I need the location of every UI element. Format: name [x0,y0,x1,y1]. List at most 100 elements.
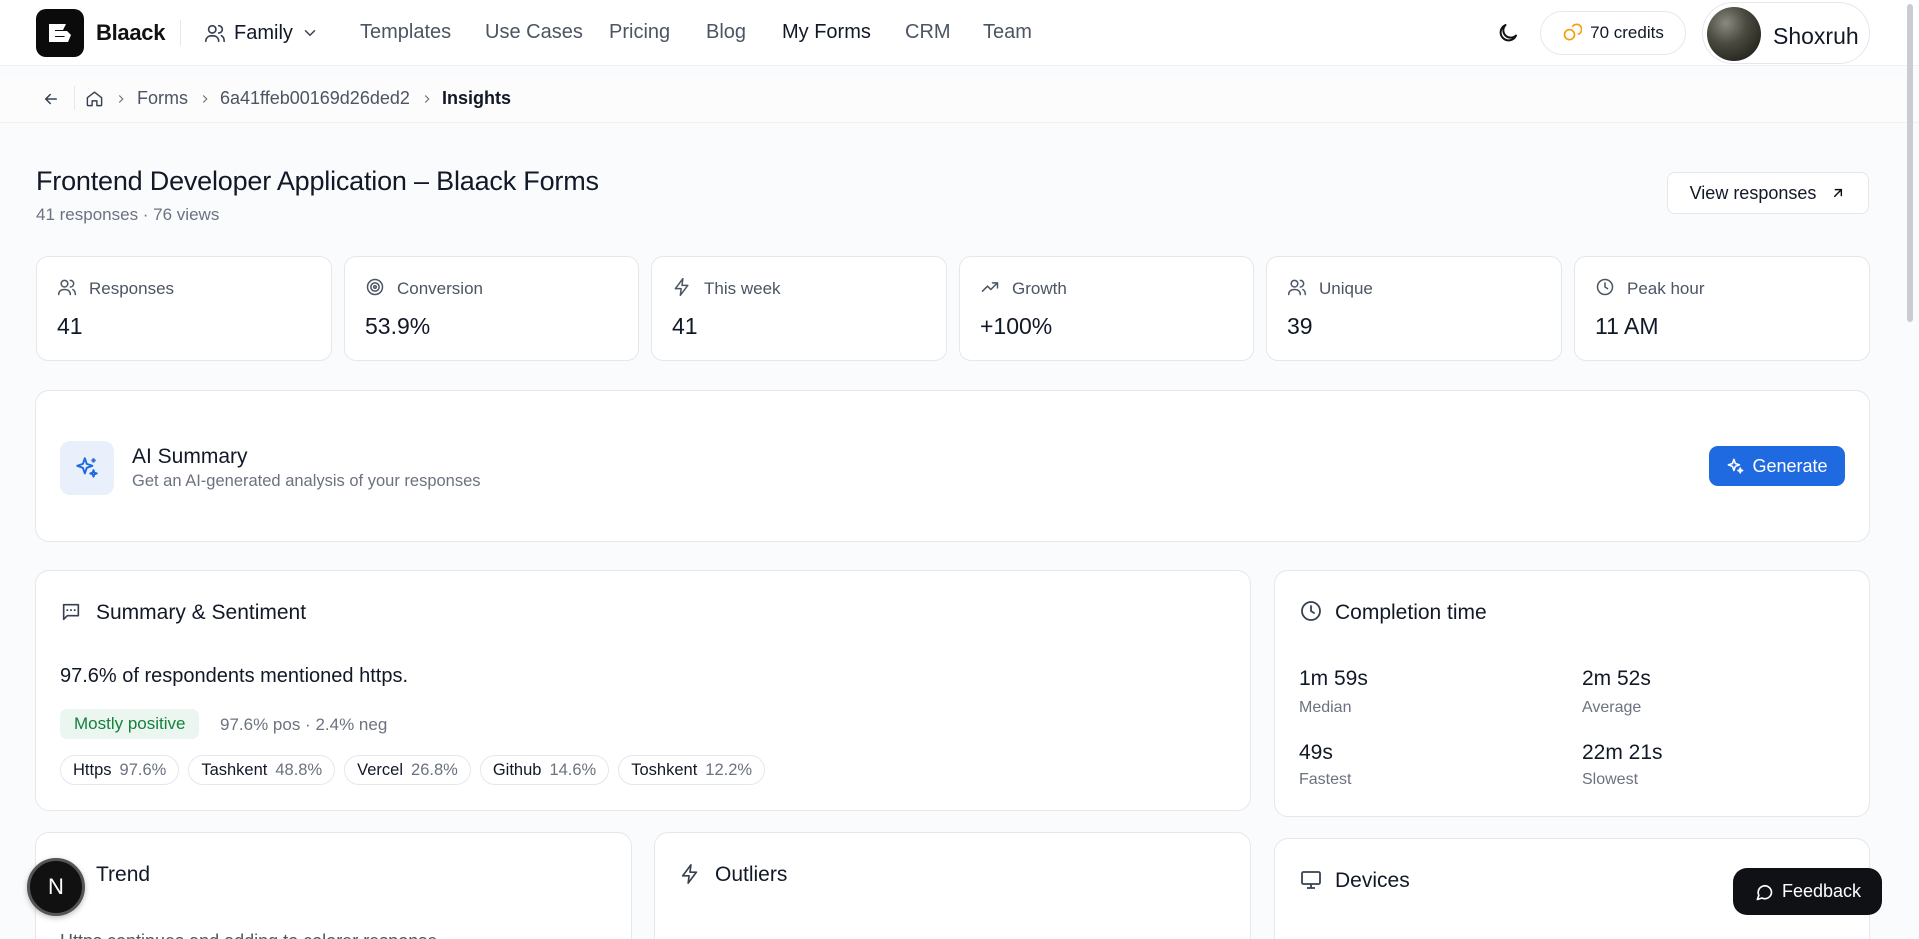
summary-headline: 97.6% of respondents mentioned https. [60,665,409,687]
stat-label: This week [704,279,781,298]
stat-value: 11 AM [1595,313,1659,339]
nav-blog[interactable]: Blog [706,21,746,44]
stat-label: Growth [1012,279,1067,298]
nav-use-cases[interactable]: Use Cases [485,21,583,44]
brand-name[interactable]: Blaack [96,20,165,46]
keyword-pct: 48.8% [275,760,323,779]
stat-card-growth: Growth +100% [959,256,1254,361]
view-responses-button[interactable]: View responses [1667,172,1869,214]
stat-card-this-week: This week 41 [651,256,947,361]
chevron-right-icon [198,92,212,106]
average-value: 2m 52s [1582,667,1651,690]
page-scrollbar[interactable] [1907,4,1913,322]
generate-label: Generate [1752,455,1828,476]
breadcrumb-current: Insights [442,88,512,108]
view-responses-label: View responses [1689,182,1817,203]
brand-logo-icon[interactable] [36,9,84,57]
stat-value: 41 [672,313,698,339]
feedback-button[interactable]: Feedback [1733,868,1882,915]
sentiment-breakdown: 97.6% pos · 2.4% neg [220,715,388,734]
keyword-chip[interactable]: Toshkent 12.2% [618,755,766,785]
sparkles-icon [1726,457,1745,476]
outliers-title: Outliers [715,863,788,886]
stat-value: 39 [1287,313,1313,339]
trend-title: Trend [96,863,151,886]
ai-summary-subtitle: Get an AI-generated analysis of your res… [132,472,481,490]
keyword-chip[interactable]: Vercel 26.8% [344,755,471,785]
trend-text: Https continues and adding to colorer re… [60,931,437,939]
keyword-name: Toshkent [631,760,698,779]
stat-card-conversion: Conversion 53.9% [344,256,639,361]
stat-value: 53.9% [365,313,431,339]
header-divider [180,20,181,46]
keyword-chip[interactable]: Tashkent 48.8% [188,755,336,785]
nav-crm[interactable]: CRM [905,21,951,44]
bolt-icon [672,277,692,297]
trending-up-icon [980,277,1000,297]
completion-time-card: Completion time 1m 59s Median 2m 52s Ave… [1274,570,1870,817]
users-icon [204,22,226,44]
breadcrumb-forms[interactable]: Forms [137,88,188,109]
page-subtitle: 41 responses · 76 views [36,205,220,224]
stat-value: 41 [57,313,83,339]
nav-templates[interactable]: Templates [360,21,451,44]
keyword-pct: 12.2% [705,760,753,779]
summary-sentiment-card: Summary & Sentiment 97.6% of respondents… [35,570,1251,811]
fastest-label: Fastest [1299,771,1352,788]
trend-card: Trend Https continues and adding to colo… [35,832,632,939]
stat-label: Peak hour [1627,279,1705,298]
keyword-name: Github [492,760,542,779]
ai-summary-card: AI Summary Get an AI-generated analysis … [35,390,1870,542]
chevron-right-icon [420,92,434,106]
arrow-up-right-icon [1830,185,1846,201]
slowest-value: 22m 21s [1582,741,1663,764]
stat-card-unique: Unique 39 [1266,256,1562,361]
credits-label: 70 credits [1590,23,1664,42]
stat-card-peak-hour: Peak hour 11 AM [1574,256,1870,361]
keyword-name: Tashkent [201,760,268,779]
generate-button[interactable]: Generate [1709,446,1845,486]
keyword-name: Vercel [357,760,404,779]
keyword-chips: Https 97.6% Tashkent 48.8% Vercel 26.8% Git… [60,755,766,785]
stat-label: Responses [89,279,175,298]
chevron-down-icon [301,24,319,42]
moon-icon[interactable] [1494,19,1522,47]
keyword-chip[interactable]: Https 97.6% [60,755,180,785]
median-value: 1m 59s [1299,667,1368,690]
avatar [1707,7,1761,61]
breadcrumb-form-id[interactable]: 6a41ffeb00169d26ded2 [220,88,410,109]
home-icon[interactable] [85,89,104,108]
workspace-switcher[interactable]: Family [204,19,319,47]
users-icon [57,277,77,297]
back-arrow-icon[interactable] [42,90,60,108]
target-icon [365,277,385,297]
message-circle-icon [1754,882,1774,902]
stat-card-responses: Responses 41 [36,256,332,361]
completion-time-title: Completion time [1335,601,1487,624]
stat-label: Conversion [397,279,483,298]
nav-my-forms[interactable]: My Forms [782,21,871,44]
message-square-icon [60,601,82,623]
nav-team[interactable]: Team [983,21,1032,44]
clock-icon [1595,277,1615,297]
page-title: Frontend Developer Application – Blaack … [36,166,599,196]
average-label: Average [1582,699,1642,716]
nav-pricing[interactable]: Pricing [609,21,670,44]
breadcrumb-divider [74,86,75,110]
keyword-pct: 97.6% [119,760,167,779]
keyword-chip[interactable]: Github 14.6% [479,755,610,785]
fastest-value: 49s [1299,741,1333,764]
median-label: Median [1299,699,1352,716]
outliers-card: Outliers [654,832,1251,939]
user-menu[interactable]: Shoxruh [1702,2,1870,64]
next-dev-badge[interactable]: N [27,858,85,916]
ai-summary-title: AI Summary [132,445,248,468]
keyword-pct: 14.6% [549,760,597,779]
users-icon [1287,277,1307,297]
keyword-name: Https [73,760,112,779]
user-name: Shoxruh [1773,23,1859,49]
keyword-pct: 26.8% [411,760,458,779]
coins-icon [1562,23,1583,43]
credits-button[interactable]: 70 credits [1540,11,1686,55]
slowest-label: Slowest [1582,771,1639,788]
